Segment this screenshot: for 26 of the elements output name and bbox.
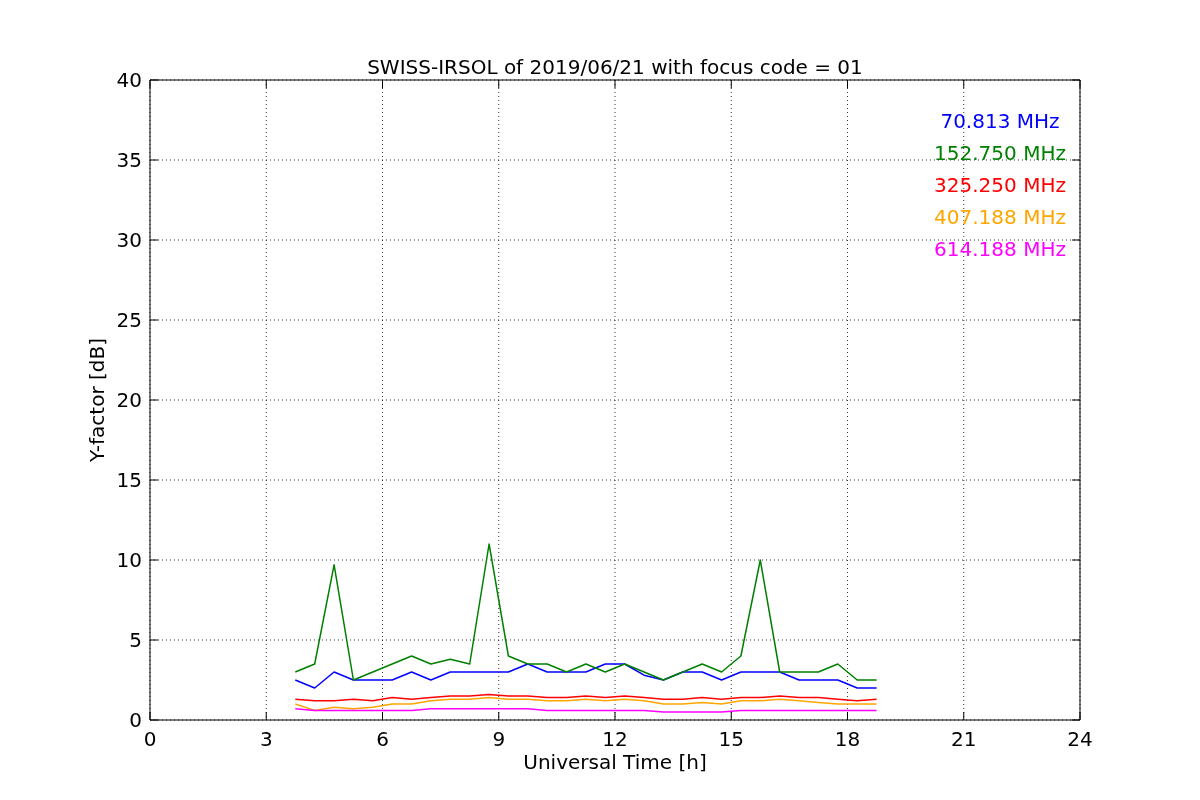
legend-label: 407.188 MHz (934, 205, 1066, 229)
y-tick-label: 5 (129, 628, 142, 652)
legend-label: 614.188 MHz (934, 237, 1066, 261)
x-tick-label: 12 (602, 727, 628, 751)
y-tick-label: 0 (129, 708, 142, 732)
y-tick-label: 40 (116, 68, 142, 92)
y-tick-label: 25 (116, 308, 142, 332)
x-tick-label: 18 (834, 727, 861, 751)
x-tick-label: 0 (143, 727, 157, 751)
chart-title: SWISS-IRSOL of 2019/06/21 with focus code = 01 (367, 55, 863, 79)
y-tick-label: 35 (116, 148, 142, 172)
y-tick-label: 20 (116, 388, 142, 412)
y-axis-label: Y-factor [dB] (85, 338, 109, 462)
x-tick-label: 21 (951, 727, 977, 751)
x-axis-label: Universal Time [h] (523, 750, 707, 774)
x-tick-label: 3 (259, 727, 273, 751)
x-tick-label: 24 (1067, 727, 1093, 751)
x-tick-label: 9 (492, 727, 506, 751)
y-tick-label: 10 (116, 548, 142, 572)
legend-label: 70.813 MHz (940, 109, 1060, 133)
legend-label: 325.250 MHz (934, 173, 1066, 197)
y-tick-label: 15 (116, 468, 142, 492)
x-tick-label: 15 (718, 727, 744, 751)
legend-label: 152.750 MHz (934, 141, 1066, 165)
y-tick-label: 30 (116, 228, 142, 252)
x-tick-label: 6 (376, 727, 389, 751)
